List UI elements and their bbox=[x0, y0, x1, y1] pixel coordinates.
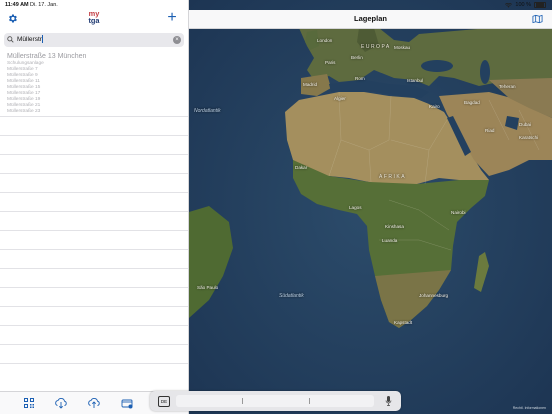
map-label-lagos: Lagos bbox=[349, 205, 362, 210]
map-label-kinshasa: Kinshasa bbox=[385, 224, 404, 229]
suggestion-bar[interactable] bbox=[176, 395, 374, 407]
map-label-nordatlantik: Nordatlantik bbox=[194, 108, 221, 114]
map-label-berlin: Berlin bbox=[351, 55, 363, 60]
add-button[interactable]: + bbox=[165, 10, 179, 26]
map-label-suedatlantik: Südatlantik bbox=[279, 293, 304, 299]
list-item[interactable] bbox=[0, 268, 188, 287]
map-label-madrid: Madrid bbox=[303, 82, 318, 87]
microphone-icon[interactable] bbox=[385, 395, 392, 407]
map-label-moskau: Moskau bbox=[394, 45, 411, 50]
clear-search-icon[interactable]: × bbox=[173, 36, 181, 44]
status-time: 11:49 AM bbox=[5, 2, 29, 8]
battery-percent: 100 % bbox=[515, 2, 531, 8]
list-item[interactable] bbox=[0, 154, 188, 173]
logo-line-2: tga bbox=[88, 16, 100, 25]
list-item[interactable] bbox=[0, 135, 188, 154]
list-item[interactable] bbox=[0, 249, 188, 268]
map-label-algier: Algier bbox=[334, 96, 346, 101]
map-label-london: London bbox=[317, 38, 333, 43]
map-label-teheran: Teheran bbox=[499, 84, 516, 89]
battery-icon bbox=[534, 1, 546, 9]
map-icon[interactable] bbox=[532, 14, 543, 24]
map-label-karatschi: Karatschi bbox=[519, 135, 539, 140]
map-navbar: Lageplan bbox=[189, 10, 552, 29]
map-label-nairobi: Nairobi bbox=[451, 210, 466, 215]
black-sea bbox=[421, 60, 453, 72]
status-bar: 11:49 AM Di. 17. Jan. 100 % bbox=[0, 0, 552, 10]
search-field[interactable]: Müllerstr × bbox=[4, 33, 184, 47]
result-item: Müllerstraße 23 bbox=[7, 109, 41, 114]
map-label-sao-paulo: São Paulo bbox=[197, 285, 219, 290]
result-title: Müllerstraße 13 München bbox=[7, 53, 87, 60]
list-item[interactable] bbox=[0, 211, 188, 230]
map-title: Lageplan bbox=[354, 14, 387, 23]
map-label-europa: EUROPA bbox=[361, 44, 391, 50]
search-icon bbox=[7, 36, 14, 43]
search-result[interactable]: Müllerstraße 13 München Schulungsanlage … bbox=[7, 53, 185, 115]
list-item[interactable] bbox=[0, 192, 188, 211]
map-label-istanbul: Istanbul bbox=[407, 78, 424, 83]
list-item[interactable] bbox=[0, 325, 188, 344]
sidebar: my tga + Müllerstr × Müllerstraße 13 Mün… bbox=[0, 0, 189, 414]
list-item[interactable] bbox=[0, 230, 188, 249]
keyboard-language-button[interactable]: DE bbox=[158, 396, 170, 407]
cloud-download-icon[interactable] bbox=[54, 396, 68, 410]
suggestion-divider bbox=[242, 398, 243, 404]
list-item[interactable] bbox=[0, 344, 188, 363]
search-input-value: Müllerstr bbox=[17, 36, 42, 43]
map-label-dakar: Dakar bbox=[295, 165, 308, 170]
empty-list-rows bbox=[0, 116, 188, 382]
map-label-kapstadt: Kapstadt bbox=[394, 320, 413, 325]
map-label-luanda: Luanda bbox=[382, 238, 398, 243]
list-item[interactable] bbox=[0, 173, 188, 192]
app-logo: my tga bbox=[86, 10, 102, 24]
list-item[interactable] bbox=[0, 287, 188, 306]
map-label-riad: Riad bbox=[485, 128, 495, 133]
suggestion-divider bbox=[309, 398, 310, 404]
wallet-icon[interactable] bbox=[120, 396, 134, 410]
status-date: Di. 17. Jan. bbox=[30, 2, 58, 8]
map-label-bagdad: Bagdad bbox=[464, 100, 480, 105]
qr-code-icon[interactable] bbox=[22, 396, 36, 410]
map-label-johannesburg: Johannesburg bbox=[419, 293, 449, 298]
caspian-sea bbox=[480, 60, 490, 84]
map-label-dubai: Dubai bbox=[519, 122, 532, 127]
list-item[interactable] bbox=[0, 363, 188, 382]
gear-icon[interactable] bbox=[7, 13, 18, 24]
cloud-upload-icon[interactable] bbox=[87, 396, 101, 410]
map-attribution[interactable]: Rechtl. Informationen bbox=[513, 406, 546, 410]
map-label-rom: Rom bbox=[355, 76, 365, 81]
map-label-kairo: Kairo bbox=[429, 104, 440, 109]
map-label-paris: Paris bbox=[325, 60, 336, 65]
list-item[interactable] bbox=[0, 116, 188, 135]
wifi-icon bbox=[505, 2, 513, 8]
satellite-map[interactable]: EUROPA AFRIKA Nordatlantik Südatlantik L… bbox=[189, 0, 552, 414]
list-item[interactable] bbox=[0, 306, 188, 325]
keyboard-shortcut-bar: DE bbox=[150, 391, 401, 411]
map-canvas[interactable] bbox=[189, 0, 552, 414]
map-label-afrika: AFRIKA bbox=[379, 174, 407, 180]
search-input[interactable]: Müllerstr bbox=[17, 33, 44, 47]
